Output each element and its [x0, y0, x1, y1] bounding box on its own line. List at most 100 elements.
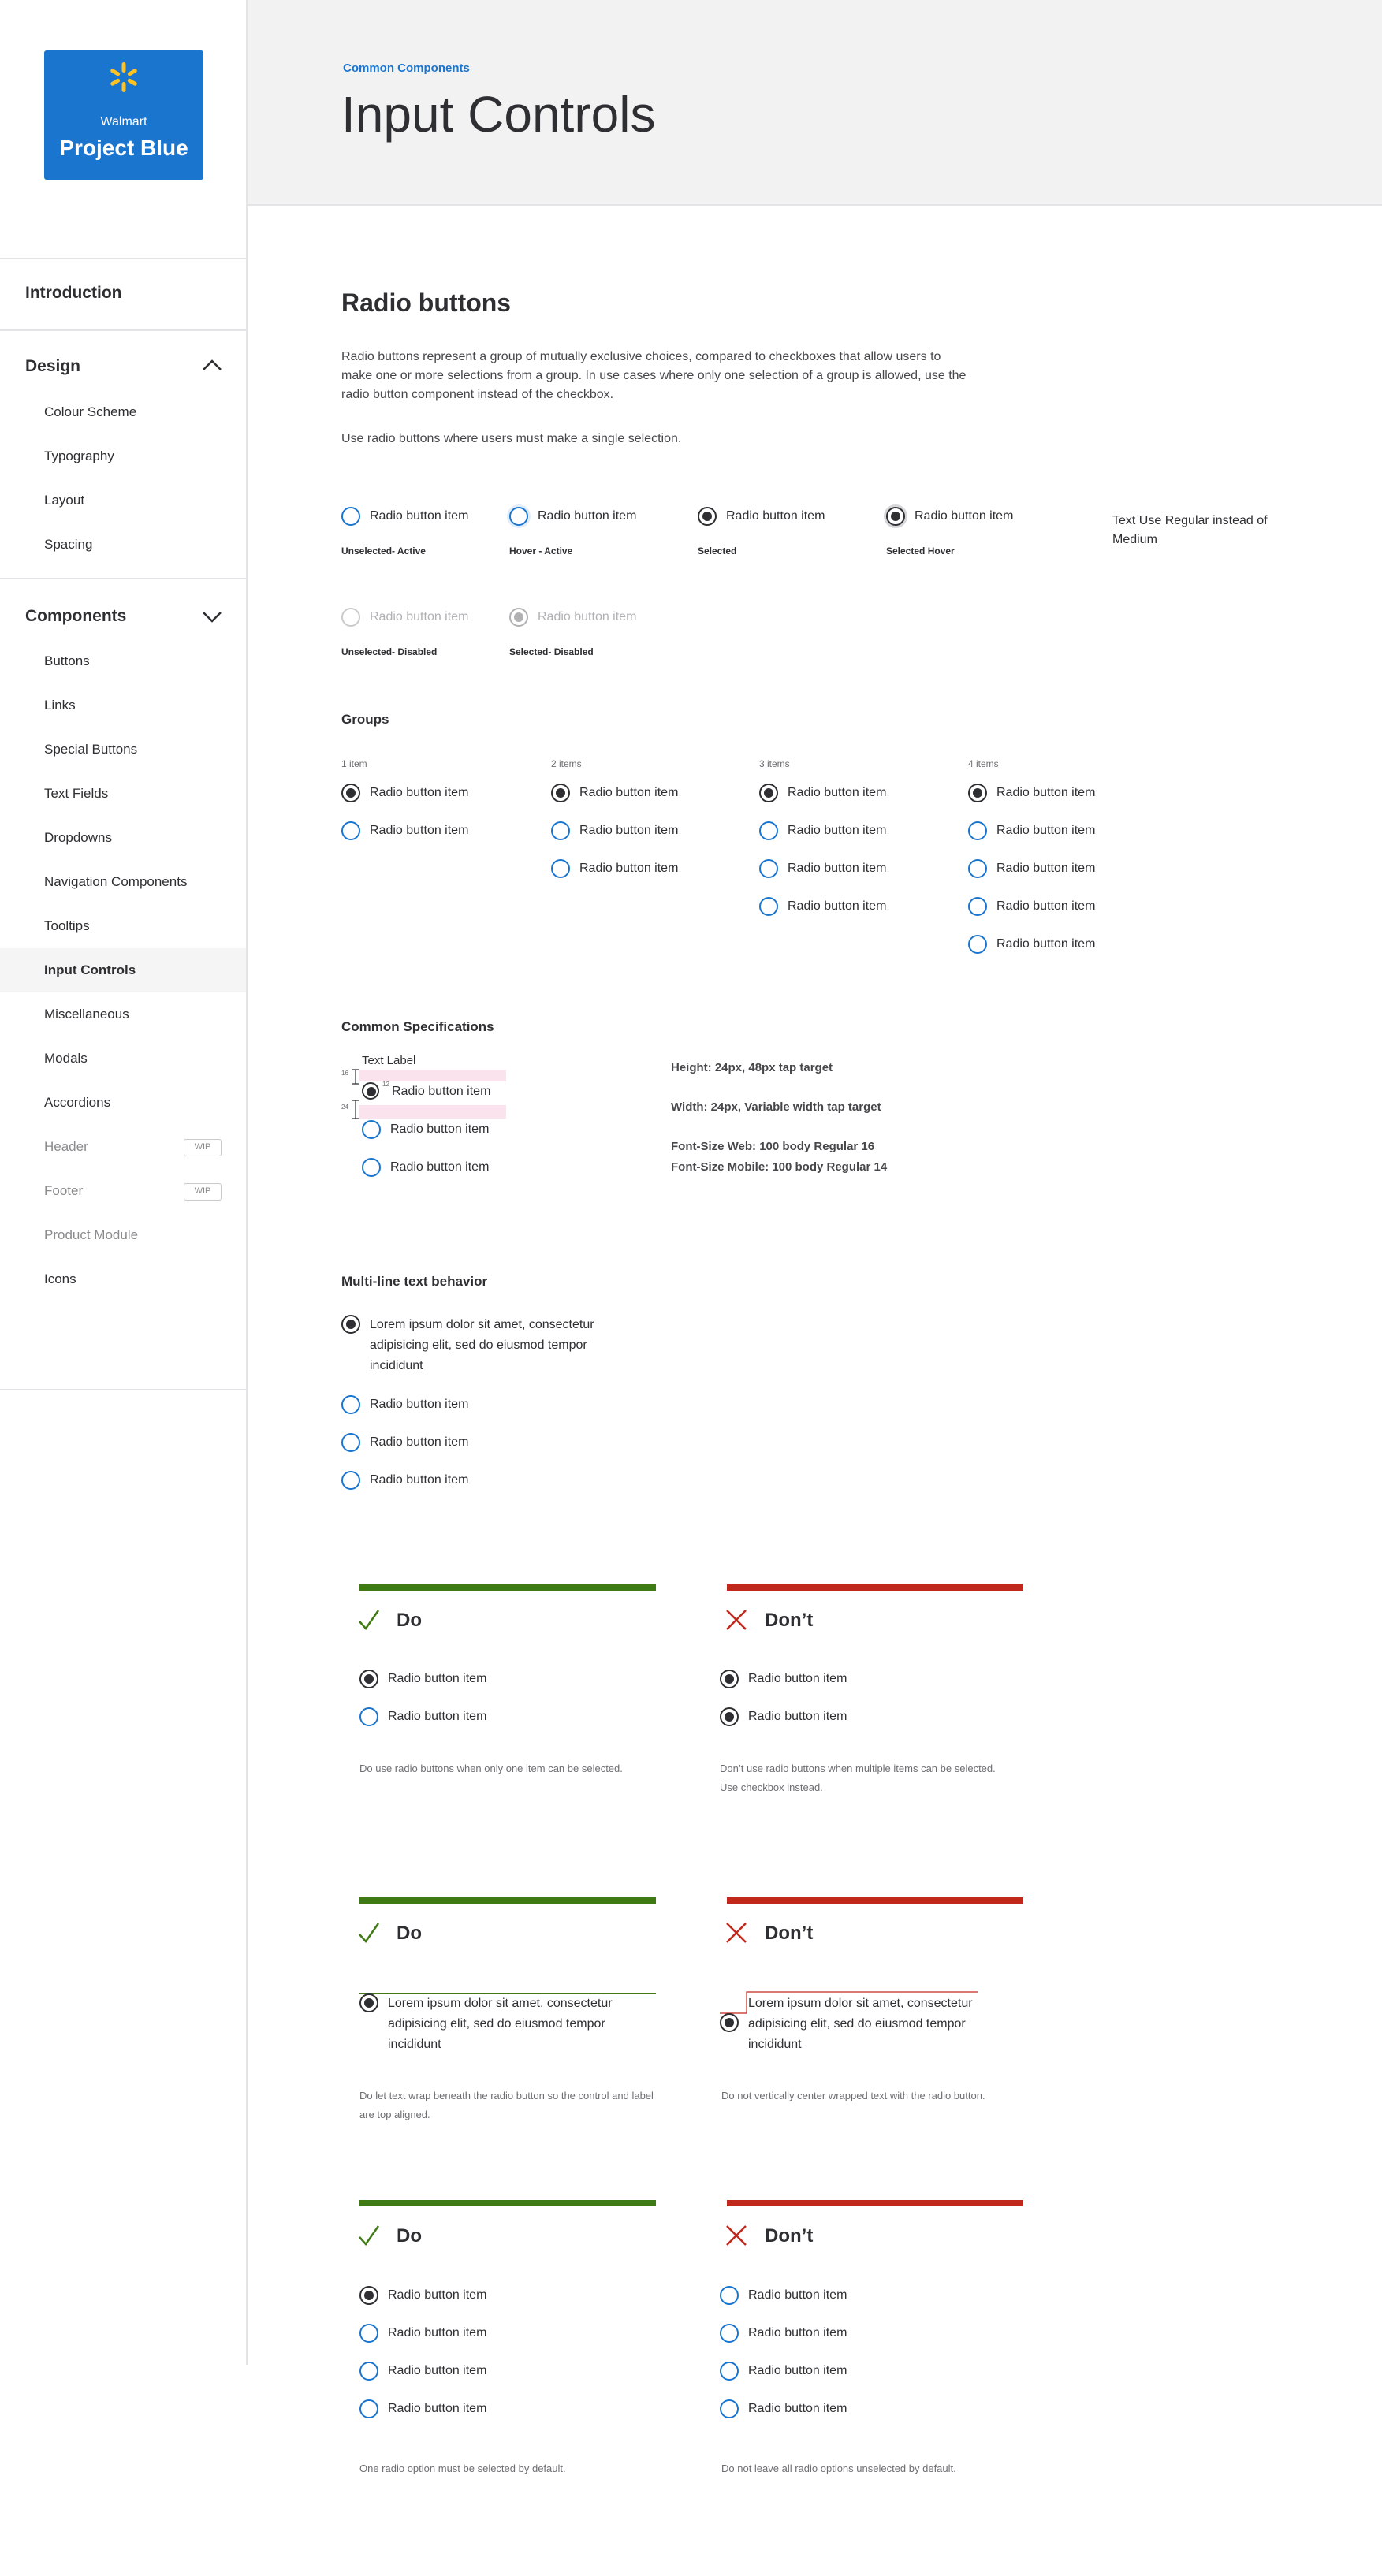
sidebar-item-input-controls[interactable]: Input Controls — [0, 948, 246, 992]
radio-button[interactable] — [362, 1082, 379, 1100]
radio-label: Radio button item — [579, 862, 679, 875]
radio-button[interactable] — [359, 2324, 378, 2343]
dont-bar — [727, 1584, 1023, 1591]
sidebar-item-header[interactable]: Header WIP — [0, 1125, 246, 1169]
groups-title: Groups — [341, 712, 389, 727]
radio-label: Radio button item — [390, 1160, 490, 1174]
wip-badge: WIP — [184, 1183, 222, 1201]
radio-button[interactable] — [359, 2362, 378, 2381]
radio-button[interactable] — [551, 784, 570, 802]
radio-button[interactable] — [759, 859, 778, 878]
nav-introduction[interactable]: Introduction — [25, 284, 121, 303]
radio-button[interactable] — [720, 2324, 739, 2343]
radio-label: Radio button item — [370, 824, 469, 837]
radio-selected[interactable] — [698, 507, 717, 526]
radio-button[interactable] — [759, 821, 778, 840]
radio-button[interactable] — [341, 1471, 360, 1490]
sidebar-item-layout[interactable]: Layout — [0, 478, 246, 523]
section-intro: Radio buttons represent a group of mutua… — [341, 350, 967, 401]
radio-button[interactable] — [968, 784, 987, 802]
radio-label: Radio button item — [370, 1435, 469, 1449]
radio-button[interactable] — [341, 1433, 360, 1452]
radio-button[interactable] — [362, 1158, 381, 1177]
sidebar-item-modals[interactable]: Modals — [0, 1037, 246, 1081]
radio-button[interactable] — [359, 2399, 378, 2418]
sidebar: Walmart Project Blue Introduction Design… — [0, 0, 248, 2365]
nav-components[interactable]: Components — [25, 607, 126, 626]
brand-logo[interactable]: Walmart Project Blue — [44, 50, 203, 180]
dont-note: Do not leave all radio options unselecte… — [721, 2462, 956, 2474]
radio-button[interactable] — [341, 821, 360, 840]
walmart-spark-icon — [110, 62, 137, 92]
radio-button[interactable] — [759, 897, 778, 916]
radio-label: Radio button item — [370, 1398, 469, 1411]
radio-button[interactable] — [968, 935, 987, 954]
radio-button[interactable] — [551, 859, 570, 878]
radio-label: Radio button item — [388, 2288, 487, 2302]
radio-label: Radio button item — [726, 509, 825, 523]
sidebar-item-accordions[interactable]: Accordions — [0, 1081, 246, 1125]
dont-title: Don’t — [765, 2225, 814, 2247]
do-note: One radio option must be selected by def… — [359, 2462, 566, 2474]
sidebar-item-buttons[interactable]: Buttons — [0, 639, 246, 683]
radio-button[interactable] — [720, 2286, 739, 2305]
chevron-down-icon[interactable] — [201, 610, 223, 624]
radio-hover-active[interactable] — [509, 507, 528, 526]
breadcrumb[interactable]: Common Components — [343, 61, 470, 75]
radio-label: Radio button item — [370, 610, 469, 624]
radio-button[interactable] — [968, 897, 987, 916]
radio-label: Radio button item — [370, 509, 469, 523]
radio-button[interactable] — [551, 821, 570, 840]
radio-button[interactable] — [341, 1395, 360, 1414]
radio-label: Radio button item — [579, 786, 679, 799]
spec-text-label: Text Label — [362, 1054, 416, 1067]
radio-button[interactable] — [720, 2399, 739, 2418]
radio-multiline-label: Lorem ipsum dolor sit amet, consectetur … — [748, 1997, 973, 2051]
sidebar-item-text-fields[interactable]: Text Fields — [0, 772, 246, 816]
spec-font-mobile: Font-Size Mobile: 100 body Regular 14 — [671, 1160, 888, 1174]
sidebar-item-links[interactable]: Links — [0, 683, 246, 728]
radio-multiline-label: Lorem ipsum dolor sit amet, consectetur … — [370, 1318, 594, 1372]
sidebar-item-product-module[interactable]: Product Module — [0, 1213, 246, 1257]
sidebar-item-typography[interactable]: Typography — [0, 434, 246, 478]
radio-selected-hover[interactable] — [886, 507, 905, 526]
radio-button[interactable] — [720, 1670, 739, 1688]
sidebar-item-footer[interactable]: Footer WIP — [0, 1169, 246, 1213]
radio-label: Radio button item — [392, 1085, 491, 1098]
radio-button[interactable] — [362, 1120, 381, 1139]
radio-button[interactable] — [968, 859, 987, 878]
radio-label: Radio button item — [388, 2364, 487, 2377]
sidebar-item-colour-scheme[interactable]: Colour Scheme — [0, 390, 246, 434]
radio-button[interactable] — [720, 2013, 739, 2032]
radio-button[interactable] — [359, 1707, 378, 1726]
radio-button[interactable] — [359, 2286, 378, 2305]
group-label: 1 item — [341, 758, 367, 769]
section-usage: Use radio buttons where users must make … — [341, 432, 682, 445]
chevron-up-icon[interactable] — [201, 358, 223, 372]
sidebar-item-miscellaneous[interactable]: Miscellaneous — [0, 992, 246, 1037]
radio-button[interactable] — [341, 1315, 360, 1334]
radio-label: Radio button item — [788, 786, 887, 799]
radio-button[interactable] — [359, 1993, 378, 2012]
radio-label: Radio button item — [748, 1710, 847, 1723]
radio-button[interactable] — [341, 784, 360, 802]
radio-unselected-active[interactable] — [341, 507, 360, 526]
sidebar-item-special-buttons[interactable]: Special Buttons — [0, 728, 246, 772]
nav-design[interactable]: Design — [25, 357, 80, 376]
sidebar-item-icons[interactable]: Icons — [0, 1257, 246, 1301]
sidebar-item-tooltips[interactable]: Tooltips — [0, 904, 246, 948]
radio-button[interactable] — [759, 784, 778, 802]
do-bar — [359, 1897, 656, 1904]
radio-button[interactable] — [359, 1670, 378, 1688]
sidebar-item-navigation-components[interactable]: Navigation Components — [0, 860, 246, 904]
radio-button[interactable] — [968, 821, 987, 840]
radio-button[interactable] — [720, 2362, 739, 2381]
radio-button[interactable] — [720, 1707, 739, 1726]
sidebar-item-dropdowns[interactable]: Dropdowns — [0, 816, 246, 860]
state-caption: Selected- Disabled — [509, 646, 594, 657]
close-icon — [726, 2225, 747, 2246]
dont-bar — [727, 1897, 1023, 1904]
radio-label: Radio button item — [388, 1710, 487, 1723]
group-label: 4 items — [968, 758, 999, 769]
sidebar-item-spacing[interactable]: Spacing — [0, 523, 246, 567]
